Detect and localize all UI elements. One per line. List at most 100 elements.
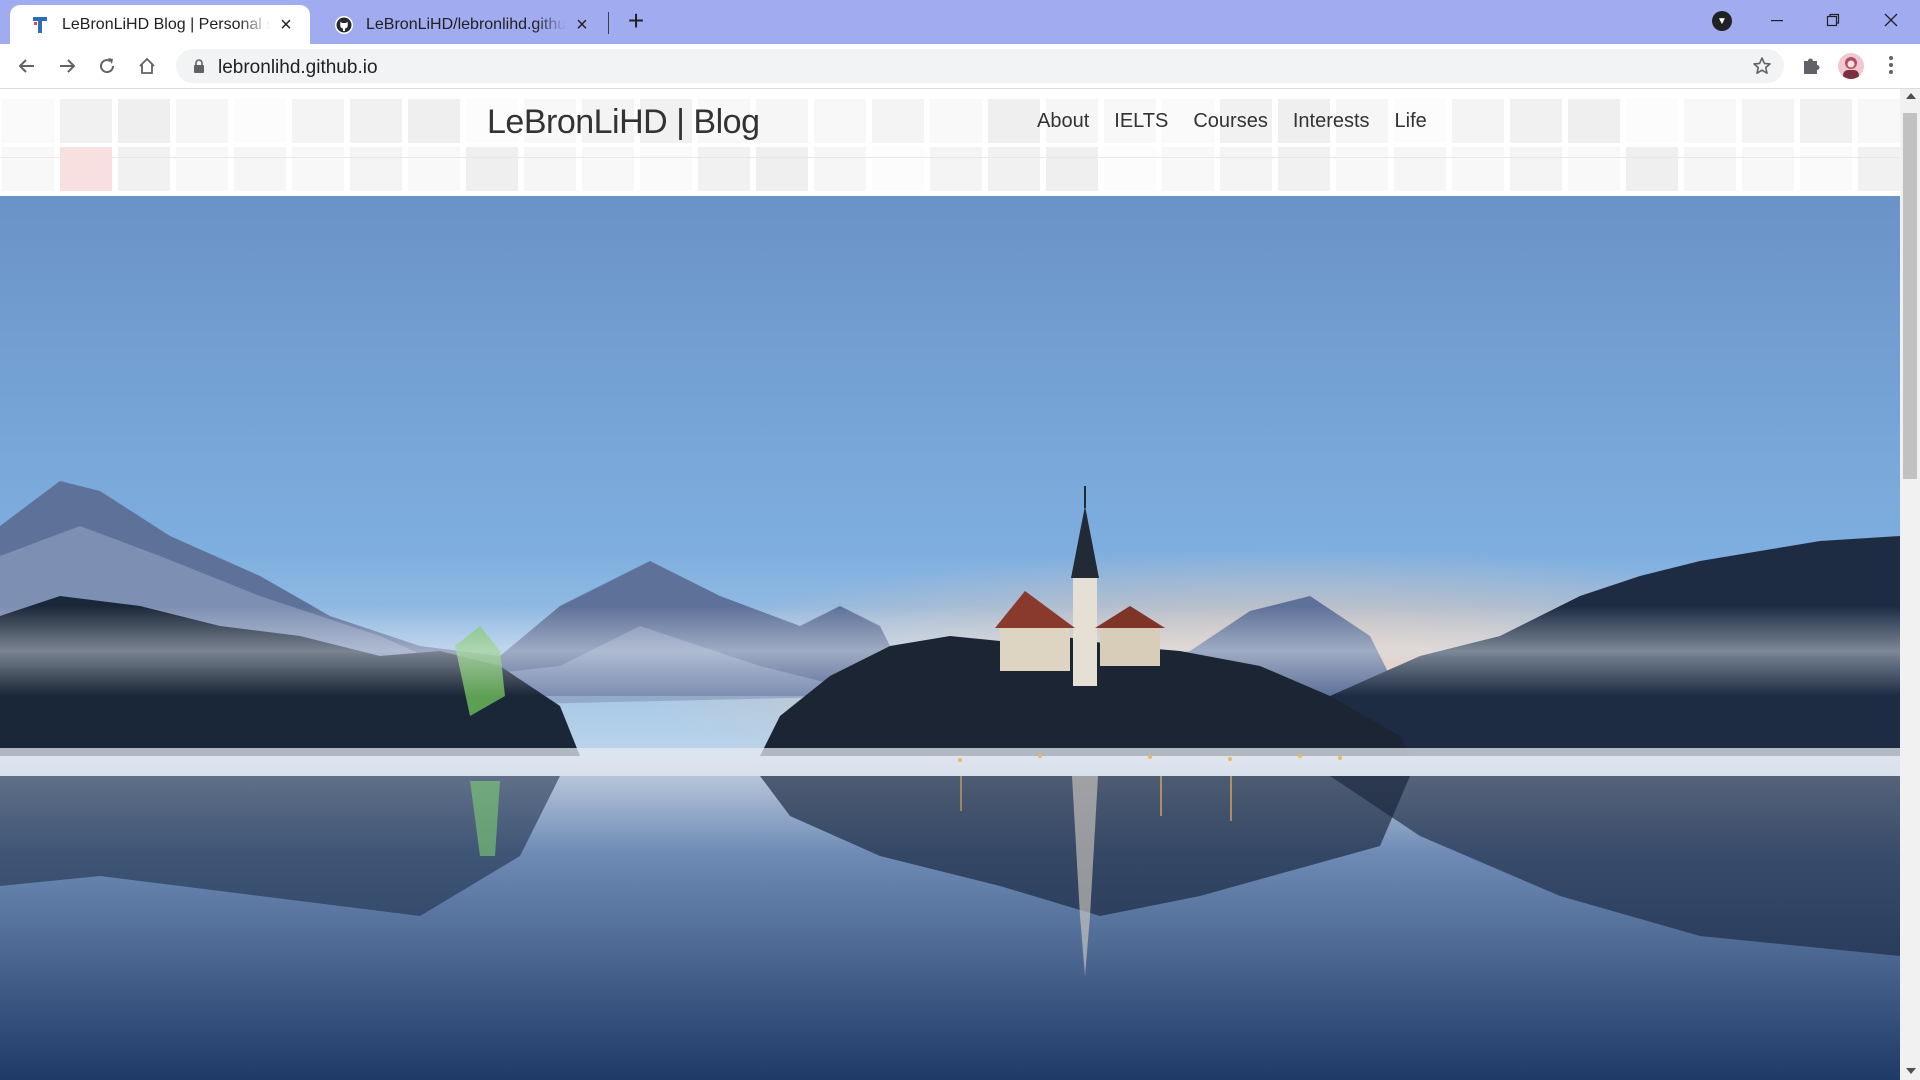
header-tile <box>1220 147 1272 191</box>
header-tile <box>176 99 228 143</box>
header-tile <box>524 147 576 191</box>
header-tile <box>756 99 808 143</box>
nav-link-ielts[interactable]: IELTS <box>1114 110 1168 133</box>
header-tile <box>1858 147 1900 191</box>
header-tile <box>1568 99 1620 143</box>
nav-link-life[interactable]: Life <box>1395 110 1427 133</box>
header-tile <box>118 147 170 191</box>
header-tile <box>466 147 518 191</box>
browser-menu-icon[interactable] <box>1888 54 1894 78</box>
header-tile <box>1742 99 1794 143</box>
header-tile <box>350 99 402 143</box>
header-tile <box>930 147 982 191</box>
forward-arrow-icon <box>60 59 76 73</box>
new-tab-button[interactable]: + <box>622 7 650 36</box>
tab-strip: LeBronLiHD Blog | Personal static websit… <box>0 0 1920 44</box>
header-tile <box>1684 99 1736 143</box>
header-tile <box>1394 147 1446 191</box>
tab-title: LeBronLiHD Blog | Personal static websit… <box>62 15 270 33</box>
header-tile <box>640 147 692 191</box>
forward-button[interactable] <box>52 51 82 81</box>
nav-link-interests[interactable]: Interests <box>1293 110 1370 133</box>
site-header: LeBronLiHD | Blog About IELTS Courses In… <box>0 89 1900 196</box>
restore-button[interactable] <box>1810 4 1856 36</box>
header-tile <box>1742 147 1794 191</box>
tab-title: LeBronLiHD/lebronlihd.github.io <box>366 15 566 33</box>
header-tile <box>118 99 170 143</box>
header-tile <box>1046 147 1098 191</box>
page-viewport: LeBronLiHD | Blog About IELTS Courses In… <box>0 89 1900 1080</box>
scroll-down-arrow-icon[interactable] <box>1906 1068 1916 1074</box>
address-bar[interactable]: lebronlihd.github.io <box>176 49 1784 83</box>
nav-link-about[interactable]: About <box>1037 110 1089 133</box>
header-tile <box>988 99 1040 143</box>
header-tile <box>1684 147 1736 191</box>
header-tile <box>1568 147 1620 191</box>
scroll-thumb[interactable] <box>1903 113 1917 479</box>
home-button[interactable] <box>132 51 162 81</box>
header-tile <box>1626 99 1678 143</box>
close-window-button[interactable] <box>1868 4 1914 36</box>
tab-blog[interactable]: LeBronLiHD Blog | Personal static websit… <box>10 5 310 44</box>
header-tile <box>872 99 924 143</box>
header-tile <box>234 147 286 191</box>
hero-banner-image <box>0 196 1900 1080</box>
header-tile <box>930 99 982 143</box>
header-tile <box>756 147 808 191</box>
lake-bled-landscape-photo <box>0 196 1900 1080</box>
nav-link-courses[interactable]: Courses <box>1193 110 1267 133</box>
header-tile <box>350 147 402 191</box>
header-divider <box>0 157 1900 158</box>
header-tile <box>1452 99 1504 143</box>
restore-icon <box>1826 13 1840 27</box>
back-button[interactable] <box>12 51 42 81</box>
browser-toolbar: lebronlihd.github.io <box>0 44 1920 88</box>
header-tile <box>1510 99 1562 143</box>
minimize-button[interactable] <box>1754 4 1800 36</box>
reload-button[interactable] <box>92 51 122 81</box>
profile-avatar[interactable] <box>1838 53 1864 79</box>
header-tile <box>1336 147 1388 191</box>
close-icon <box>1884 13 1898 27</box>
bookmark-star-icon[interactable] <box>1752 56 1772 76</box>
home-icon <box>139 57 155 74</box>
header-tile <box>292 99 344 143</box>
header-tile <box>408 147 460 191</box>
header-tile <box>1104 147 1156 191</box>
header-tile <box>60 147 112 191</box>
github-icon <box>334 15 354 35</box>
header-tile <box>814 147 866 191</box>
scroll-up-arrow-icon[interactable] <box>1906 93 1916 99</box>
lock-icon[interactable] <box>192 58 206 74</box>
close-tab-icon[interactable]: × <box>276 15 296 35</box>
header-tile <box>1800 147 1852 191</box>
site-brand[interactable]: LeBronLiHD | Blog <box>487 103 760 142</box>
extensions-puzzle-icon[interactable] <box>1800 55 1822 77</box>
header-tile <box>1626 147 1678 191</box>
header-tile <box>1278 147 1330 191</box>
header-tile <box>1858 99 1900 143</box>
url-text[interactable]: lebronlihd.github.io <box>218 57 378 79</box>
header-tile <box>1800 99 1852 143</box>
header-tile <box>292 147 344 191</box>
blog-favicon-icon <box>30 15 50 35</box>
header-tile <box>872 147 924 191</box>
header-tile <box>698 147 750 191</box>
header-tile <box>2 147 54 191</box>
reload-icon <box>100 58 115 74</box>
header-tile <box>1452 147 1504 191</box>
header-tile <box>1162 147 1214 191</box>
header-tile <box>582 147 634 191</box>
back-arrow-icon <box>18 59 34 73</box>
header-tile <box>176 147 228 191</box>
page-scrollbar[interactable] <box>1900 89 1920 1080</box>
header-tile <box>1510 147 1562 191</box>
header-tile <box>814 99 866 143</box>
minimize-icon <box>1771 20 1783 22</box>
header-tile <box>234 99 286 143</box>
header-tile <box>2 99 54 143</box>
tab-github[interactable]: LeBronLiHD/lebronlihd.github.io × <box>314 5 606 44</box>
close-tab-icon[interactable]: × <box>572 15 592 35</box>
header-tile <box>408 99 460 143</box>
tab-search-icon[interactable]: ▼ <box>1712 11 1732 31</box>
